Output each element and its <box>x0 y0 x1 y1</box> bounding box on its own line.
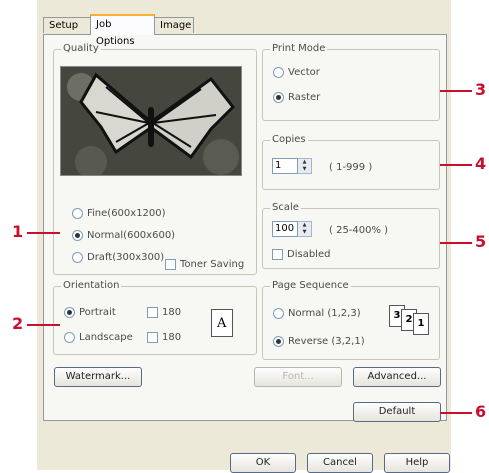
scale-stepper[interactable]: 100 ▲ ▼ <box>272 221 312 237</box>
callout-6-line <box>440 412 472 414</box>
advanced-button[interactable]: Advanced... <box>353 367 441 387</box>
sequence-reverse-option[interactable]: Reverse (3,2,1) <box>273 336 365 347</box>
watermark-button[interactable]: Watermark... <box>54 367 142 387</box>
quality-fine-option[interactable]: Fine(600x1200) <box>72 208 166 219</box>
job-options-panel: Quality Fine(600x1200) Normal(600x600) D <box>43 34 447 422</box>
tab-setup[interactable]: Setup <box>43 17 91 33</box>
callout-3: 3 <box>475 80 487 99</box>
sequence-reverse-radio[interactable] <box>273 336 284 347</box>
callout-4-line <box>440 164 472 166</box>
reverse-order-pages-icon: 3 2 1 <box>389 305 433 345</box>
page-sequence-title: Page Sequence <box>270 280 351 291</box>
print-mode-vector-radio[interactable] <box>273 67 284 78</box>
toner-saving-label: Toner Saving <box>180 259 245 270</box>
print-mode-group: Print Mode Vector Raster <box>262 43 440 121</box>
quality-normal-option[interactable]: Normal(600x600) <box>72 230 175 241</box>
scale-range: ( 25-400% ) <box>329 225 389 236</box>
toner-saving-option[interactable]: Toner Saving <box>165 259 244 270</box>
callout-2: 2 <box>12 314 24 333</box>
tab-job-options[interactable]: Job Options <box>90 14 155 47</box>
help-button[interactable]: Help <box>384 453 450 473</box>
quality-draft-label: Draft(300x300) <box>87 252 165 263</box>
print-mode-vector-option[interactable]: Vector <box>273 67 320 78</box>
print-mode-raster-radio[interactable] <box>273 92 284 103</box>
scale-group: Scale 100 ▲ ▼ ( 25-400% ) Disabled <box>262 202 440 269</box>
copies-stepper[interactable]: 1 ▲ ▼ <box>272 158 312 174</box>
portrait-180-checkbox[interactable] <box>147 307 158 318</box>
tab-image[interactable]: Image <box>154 17 194 33</box>
portrait-180-label: 180 <box>162 307 182 318</box>
sequence-normal-label: Normal (1,2,3) <box>288 308 361 319</box>
sequence-reverse-label: Reverse (3,2,1) <box>288 336 365 347</box>
orientation-landscape-option[interactable]: Landscape <box>64 332 133 343</box>
landscape-180-checkbox[interactable] <box>147 332 158 343</box>
page-icon-1: 1 <box>413 313 429 335</box>
orientation-portrait-label: Portrait <box>79 307 116 318</box>
landscape-180-option[interactable]: 180 <box>147 332 181 343</box>
sequence-normal-radio[interactable] <box>273 308 284 319</box>
print-mode-raster-label: Raster <box>288 92 321 103</box>
scale-spin-arrows[interactable]: ▲ ▼ <box>298 221 312 237</box>
quality-group-title: Quality <box>61 43 101 54</box>
orientation-portrait-option[interactable]: Portrait <box>64 307 116 318</box>
scale-title: Scale <box>270 202 301 213</box>
copies-range: ( 1-999 ) <box>329 162 373 173</box>
print-mode-title: Print Mode <box>270 43 328 54</box>
landscape-180-label: 180 <box>162 332 182 343</box>
portrait-180-option[interactable]: 180 <box>147 307 181 318</box>
scale-input[interactable]: 100 <box>272 221 298 237</box>
orientation-portrait-radio[interactable] <box>64 307 75 318</box>
scale-disabled-option[interactable]: Disabled <box>272 249 330 260</box>
page-sequence-group: Page Sequence Normal (1,2,3) Reverse (3,… <box>262 280 440 360</box>
callout-2-line <box>27 324 60 326</box>
callout-1-line <box>27 232 60 234</box>
copies-group: Copies 1 ▲ ▼ ( 1-999 ) <box>262 134 440 190</box>
quality-draft-option[interactable]: Draft(300x300) <box>72 252 164 263</box>
scale-disabled-checkbox[interactable] <box>272 249 283 260</box>
toner-saving-checkbox[interactable] <box>165 259 176 270</box>
quality-fine-radio[interactable] <box>72 208 83 219</box>
callout-6: 6 <box>475 402 487 421</box>
copies-input[interactable]: 1 <box>272 158 298 174</box>
print-mode-raster-option[interactable]: Raster <box>273 92 320 103</box>
copies-title: Copies <box>270 134 308 145</box>
cancel-button[interactable]: Cancel <box>307 453 373 473</box>
portrait-page-icon: A <box>211 309 233 337</box>
callout-5-line <box>440 242 472 244</box>
callout-1: 1 <box>12 222 24 241</box>
quality-normal-label: Normal(600x600) <box>87 230 176 241</box>
quality-draft-radio[interactable] <box>72 252 83 263</box>
orientation-group: Orientation Portrait Landscape 180 180 A <box>53 280 257 355</box>
quality-fine-label: Fine(600x1200) <box>87 208 166 219</box>
callout-4: 4 <box>475 154 487 173</box>
quality-group: Quality Fine(600x1200) Normal(600x600) D <box>53 43 257 275</box>
scale-disabled-label: Disabled <box>287 249 331 260</box>
default-button[interactable]: Default <box>353 402 441 422</box>
copies-spin-arrows[interactable]: ▲ ▼ <box>298 158 312 174</box>
sequence-normal-option[interactable]: Normal (1,2,3) <box>273 308 361 319</box>
page-icon-letter: A <box>217 316 227 331</box>
callout-3-line <box>440 90 472 92</box>
orientation-landscape-radio[interactable] <box>64 332 75 343</box>
callout-5: 5 <box>475 232 487 251</box>
ok-button[interactable]: OK <box>230 453 296 473</box>
quality-normal-radio[interactable] <box>72 230 83 241</box>
font-button[interactable]: Font... <box>254 367 342 387</box>
orientation-title: Orientation <box>61 280 122 291</box>
orientation-landscape-label: Landscape <box>79 332 133 343</box>
quality-preview-image <box>60 66 242 176</box>
print-mode-vector-label: Vector <box>288 67 320 78</box>
